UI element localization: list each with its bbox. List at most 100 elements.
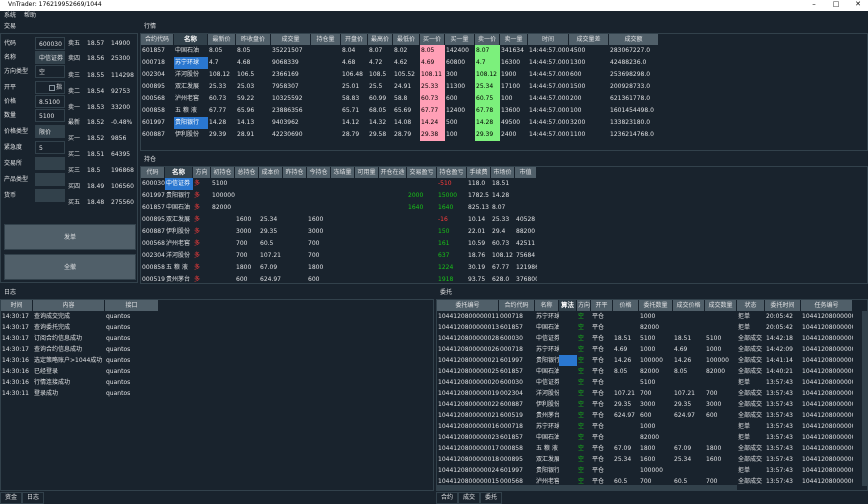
- column-header[interactable]: 持仓盈亏: [437, 167, 467, 178]
- field-input[interactable]: 限价: [35, 125, 65, 138]
- table-cell: 贵州茅台: [166, 276, 191, 283]
- field-input[interactable]: [35, 173, 65, 186]
- field-input[interactable]: 600030: [35, 37, 65, 50]
- log-table: 时间 内容 接口 14:30:17 查询成交完成 quantos 14:30:17 查询委托完…: [0, 299, 434, 491]
- tab-contract[interactable]: 合约: [436, 492, 459, 504]
- checkbox-label[interactable]: 指: [56, 81, 62, 95]
- table-cell: [283, 226, 307, 238]
- column-header[interactable]: 名称: [165, 167, 193, 178]
- checkbox-icon[interactable]: [49, 85, 55, 91]
- table-cell: 9068339: [272, 59, 299, 66]
- column-header[interactable]: 持仓量: [311, 34, 341, 45]
- table-cell: [283, 274, 307, 283]
- column-header[interactable]: 卖一量: [500, 34, 528, 45]
- send-order-button[interactable]: 发单: [4, 224, 136, 250]
- column-header[interactable]: 名称: [535, 300, 559, 311]
- orders-scrollbar[interactable]: [862, 311, 867, 486]
- cancel-all-button[interactable]: 全撤: [4, 254, 136, 280]
- table-cell: 4.69: [674, 346, 688, 353]
- column-header[interactable]: 成交量: [271, 34, 311, 45]
- column-header[interactable]: 代码: [141, 167, 165, 178]
- field-input[interactable]: 空: [35, 65, 65, 78]
- column-header[interactable]: 冻结量: [331, 167, 355, 178]
- column-header[interactable]: 内容: [33, 300, 105, 311]
- column-header[interactable]: 可用量: [355, 167, 379, 178]
- column-header[interactable]: 状态: [737, 300, 765, 311]
- column-header[interactable]: 方向: [193, 167, 211, 178]
- positions-table: 代码 名称 方向 初持仓 总持仓 成本价 昨持仓 今持仓 冻结量 可用量 开仓在途 交易盈亏 持仓盈亏手…: [140, 166, 868, 284]
- table-cell: 14.12: [342, 119, 360, 126]
- column-header[interactable]: 委托数量: [639, 300, 673, 311]
- column-header[interactable]: 接口: [105, 300, 159, 311]
- column-header[interactable]: 成交价格: [673, 300, 705, 311]
- table-cell: 贵阳银行: [174, 117, 208, 129]
- field-input[interactable]: 5: [35, 141, 65, 154]
- field-input[interactable]: 中信证券: [35, 51, 65, 64]
- column-header[interactable]: 算法: [559, 300, 577, 311]
- column-header[interactable]: 开平: [591, 300, 613, 311]
- column-header[interactable]: 总持仓: [235, 167, 259, 178]
- table-cell: [407, 226, 437, 238]
- column-header[interactable]: 买一价: [420, 34, 445, 45]
- column-header[interactable]: 最新价: [208, 34, 236, 45]
- menu-system[interactable]: 系统: [0, 11, 20, 21]
- trade-panel: 代码 600030 名称 中信证券 方向类型空开平 价格 8.5100 数量 5100 价格类型限…: [0, 33, 138, 283]
- field-input[interactable]: 8.5100: [35, 95, 65, 108]
- table-cell: 空: [578, 379, 585, 386]
- column-header[interactable]: 合约代码: [141, 34, 174, 45]
- table-cell: 700: [236, 240, 248, 247]
- field-input[interactable]: 5100: [35, 109, 65, 122]
- column-header[interactable]: 任务编号: [801, 300, 853, 311]
- column-header[interactable]: 今持仓: [307, 167, 331, 178]
- table-cell: 25.01: [342, 83, 360, 90]
- column-header[interactable]: 时间: [1, 300, 33, 311]
- column-header[interactable]: 开盘价: [341, 34, 368, 45]
- tab-trade[interactable]: 成交: [458, 492, 481, 504]
- column-header[interactable]: 交易盈亏: [407, 167, 437, 178]
- column-header[interactable]: 时间: [528, 34, 569, 45]
- field-input[interactable]: [35, 189, 65, 202]
- column-header[interactable]: 成交额: [609, 34, 659, 45]
- column-header[interactable]: 开仓在途: [379, 167, 407, 178]
- column-header[interactable]: 买一量: [445, 34, 475, 45]
- table-cell: 8.07: [369, 47, 383, 54]
- minimize-icon[interactable]: –: [808, 0, 820, 8]
- quote-price: 18.51: [87, 151, 105, 158]
- table-cell: 3000: [706, 401, 722, 408]
- tab-funds[interactable]: 资金: [0, 492, 23, 504]
- column-header[interactable]: 价格: [613, 300, 639, 311]
- column-header[interactable]: 卖一价: [475, 34, 500, 45]
- column-header[interactable]: 手续费: [467, 167, 491, 178]
- table-cell: [515, 178, 537, 190]
- maximize-icon[interactable]: □: [830, 0, 842, 8]
- tab-order[interactable]: 委托: [480, 492, 503, 504]
- table-cell: 60.73: [209, 95, 227, 102]
- column-header[interactable]: 最低价: [393, 34, 420, 45]
- column-header[interactable]: 成交数量: [705, 300, 737, 311]
- field-input[interactable]: [35, 157, 65, 170]
- column-header[interactable]: 最高价: [368, 34, 393, 45]
- menu-help[interactable]: 帮助: [20, 11, 40, 21]
- column-header[interactable]: 方向: [577, 300, 591, 311]
- column-header[interactable]: 合约代码: [499, 300, 535, 311]
- column-header[interactable]: 成本价: [259, 167, 283, 178]
- table-cell: 中国石油: [175, 47, 200, 54]
- table-cell: 700: [640, 390, 652, 397]
- column-header[interactable]: 委托编号: [437, 300, 499, 311]
- close-icon[interactable]: ✕: [852, 0, 864, 8]
- column-header[interactable]: 成交量差: [569, 34, 609, 45]
- table-cell: [613, 377, 639, 388]
- column-header[interactable]: 委托时间: [765, 300, 801, 311]
- column-header[interactable]: 初持仓: [211, 167, 235, 178]
- tab-log[interactable]: 日志: [22, 492, 45, 504]
- column-header[interactable]: 市值: [515, 167, 537, 178]
- orders-hscrollbar[interactable]: [437, 485, 737, 490]
- table-cell: 16300: [501, 59, 521, 66]
- column-header[interactable]: 名称: [174, 34, 208, 45]
- column-header[interactable]: 昨收盘价: [236, 34, 271, 45]
- table-cell: 14:42:09: [766, 346, 793, 353]
- table-cell: 平仓: [592, 423, 605, 430]
- column-header[interactable]: 市场价: [491, 167, 515, 178]
- column-header[interactable]: 昨持仓: [283, 167, 307, 178]
- window-title: VnTrader: 176219952669/1044: [8, 1, 102, 8]
